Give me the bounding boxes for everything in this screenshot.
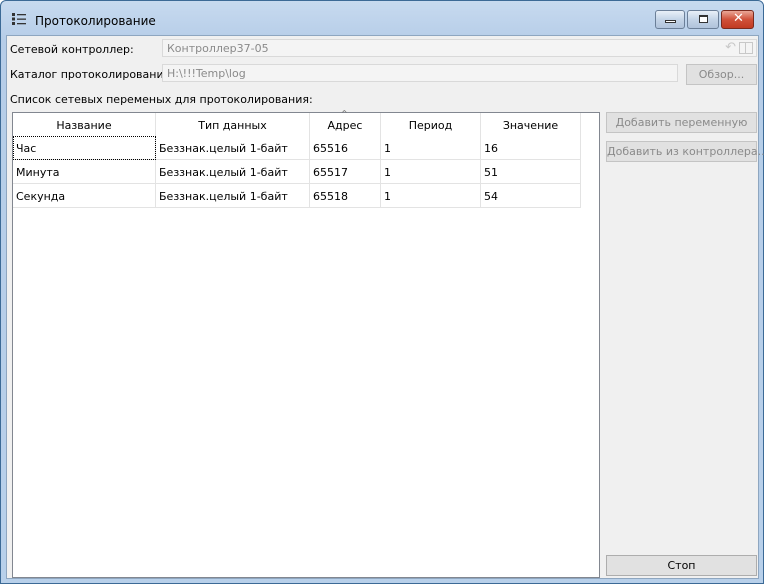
window: Протоколирование ✕ Сетевой контроллер: К… (0, 0, 764, 584)
table-row[interactable]: Минута Беззнак.целый 1-байт 65517 1 51 (13, 160, 581, 184)
table-cell[interactable]: 65517 (310, 160, 381, 184)
table-cell[interactable]: 65518 (310, 184, 381, 208)
add-variable-button[interactable]: Добавить переменную (606, 112, 757, 133)
table-cell[interactable]: Беззнак.целый 1-байт (156, 160, 310, 184)
dialog-body: Сетевой контроллер: Контроллер37-05 ↶ Ка… (6, 35, 764, 579)
maximize-button[interactable] (687, 10, 719, 29)
variables-table[interactable]: Название Тип данных ^ Адрес Период Значен… (12, 109, 600, 578)
table-cell[interactable]: 54 (481, 184, 581, 208)
minimize-button[interactable] (655, 10, 685, 29)
sort-asc-icon: ^ (341, 109, 348, 118)
controller-field[interactable]: Контроллер37-05 ↶ (162, 39, 757, 57)
controller-label: Сетевой контроллер: (10, 43, 134, 56)
column-header-label: Адрес (327, 119, 363, 132)
window-title: Протоколирование (35, 14, 156, 28)
minimize-icon (665, 20, 676, 23)
column-header[interactable]: Название (13, 113, 156, 136)
table-cell[interactable]: Беззнак.целый 1-байт (156, 184, 310, 208)
close-button[interactable]: ✕ (721, 10, 754, 29)
close-icon: ✕ (733, 11, 744, 26)
table-cell[interactable]: Секунда (13, 184, 156, 208)
browse-button[interactable]: Обзор... (686, 64, 757, 85)
table-row[interactable]: Час Беззнак.целый 1-байт 65516 1 16 (13, 136, 581, 160)
table-cell[interactable]: 1 (381, 184, 481, 208)
controller-value: Контроллер37-05 (167, 42, 269, 55)
list-label: Список сетевых переменых для протоколиро… (10, 93, 313, 106)
table-cell[interactable]: Минута (13, 160, 156, 184)
table-header: Название Тип данных ^ Адрес Период Значен… (13, 109, 581, 137)
table-cell[interactable]: Беззнак.целый 1-байт (156, 136, 310, 160)
catalog-label: Каталог протоколирования: (10, 68, 174, 81)
stop-button[interactable]: Стоп (606, 555, 757, 576)
table-cell[interactable]: 65516 (310, 136, 381, 160)
table-cell[interactable]: 51 (481, 160, 581, 184)
column-header[interactable]: Период (381, 113, 481, 136)
column-header[interactable]: Значение (481, 113, 581, 136)
title-bar[interactable]: Протоколирование ✕ (1, 1, 763, 35)
table-cell[interactable]: 1 (381, 160, 481, 184)
maximize-icon (699, 15, 708, 23)
table-row[interactable]: Секунда Беззнак.целый 1-байт 65518 1 54 (13, 184, 581, 208)
catalog-field[interactable]: H:\!!!Temp\log (162, 64, 678, 82)
table-cell[interactable]: 1 (381, 136, 481, 160)
column-header-sorted[interactable]: ^ Адрес (310, 109, 381, 136)
table-cell[interactable]: 16 (481, 136, 581, 160)
table-cell[interactable]: Час (13, 136, 156, 160)
list-icon (12, 13, 26, 25)
panel-icon[interactable] (739, 42, 753, 54)
undo-icon[interactable]: ↶ (725, 40, 736, 55)
add-from-controller-button[interactable]: Добавить из контроллера... (606, 141, 764, 162)
column-header[interactable]: Тип данных (156, 113, 310, 136)
